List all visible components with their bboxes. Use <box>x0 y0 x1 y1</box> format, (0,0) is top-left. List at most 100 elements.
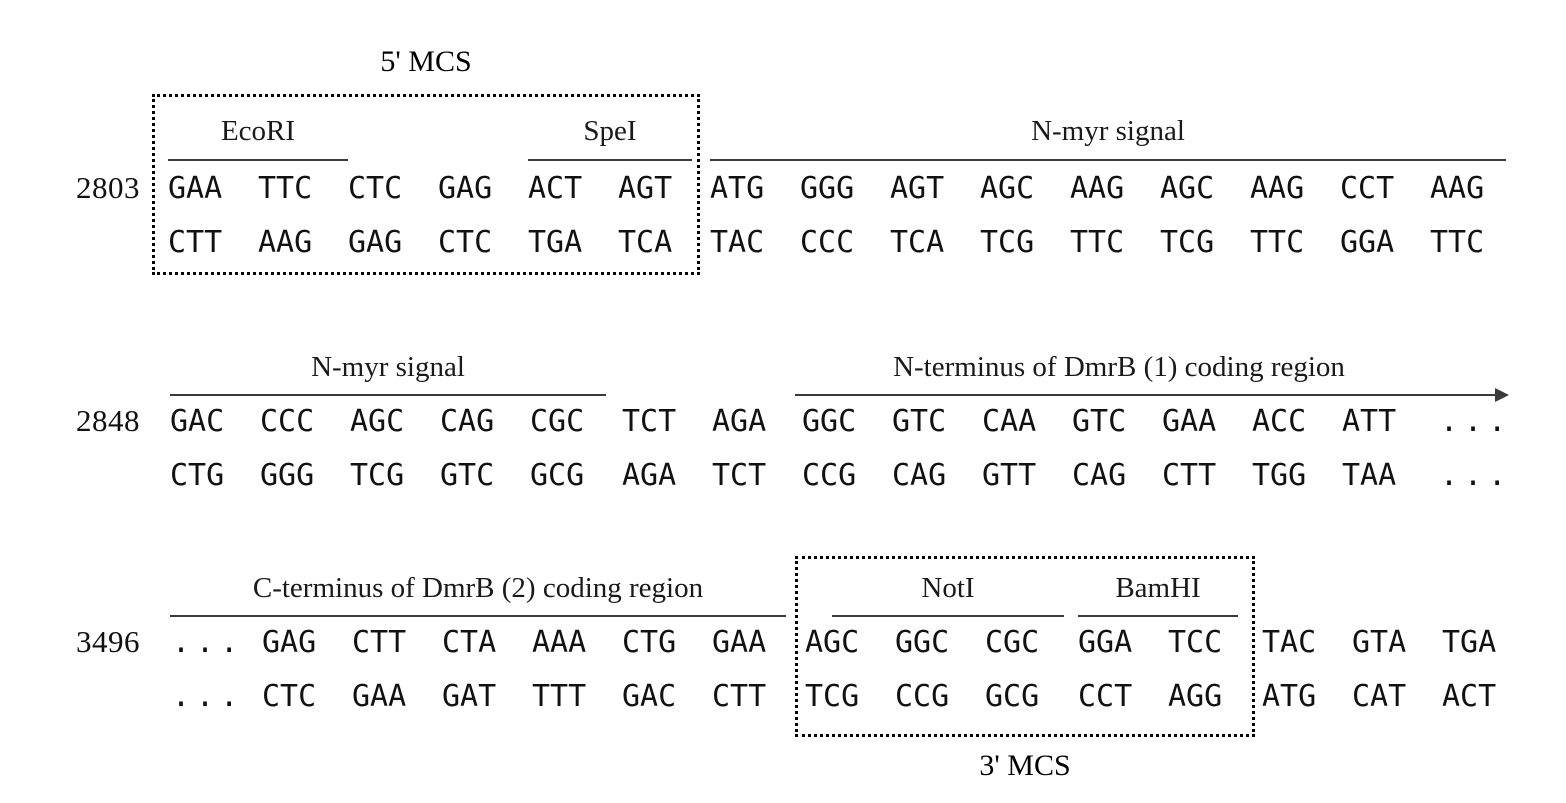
codon: CTC <box>438 225 493 260</box>
codon: TCG <box>980 225 1035 260</box>
codon: TAA <box>1342 458 1397 493</box>
codon: ACT <box>1442 679 1497 714</box>
codon: GGA <box>1078 625 1133 660</box>
codon: GAG <box>262 625 317 660</box>
codon: TCG <box>1160 225 1215 260</box>
codon-ellipsis: ... <box>172 625 245 660</box>
codon: TAC <box>710 225 765 260</box>
codon: GTC <box>440 458 495 493</box>
feature-label-bamhi: BamHI <box>1115 572 1201 604</box>
feature-rule-spei <box>528 159 692 161</box>
codon: CGC <box>530 404 585 439</box>
codon: CTG <box>170 458 225 493</box>
codon: CTT <box>712 679 767 714</box>
feature-label-n-myr-signal-1: N-myr signal <box>1031 115 1185 147</box>
codon: AGG <box>1168 679 1223 714</box>
codon: CCC <box>260 404 315 439</box>
codon: GAC <box>170 404 225 439</box>
codon: AGC <box>805 625 860 660</box>
codon: TCC <box>1168 625 1223 660</box>
codon: CCC <box>800 225 855 260</box>
codon: TCT <box>712 458 767 493</box>
position-label-2803: 2803 <box>76 170 140 205</box>
position-label-2848: 2848 <box>76 403 140 438</box>
codon: TTC <box>1250 225 1305 260</box>
five-prime-mcs-caption: 5' MCS <box>380 45 472 78</box>
codon: AAG <box>258 225 313 260</box>
codon: TTC <box>258 171 313 206</box>
position-label-3496: 3496 <box>76 624 140 659</box>
codon: ACT <box>528 171 583 206</box>
codon: TAC <box>1262 625 1317 660</box>
codon: GGA <box>1340 225 1395 260</box>
codon: AAA <box>532 625 587 660</box>
codon: CTT <box>352 625 407 660</box>
feature-rule-ecori <box>168 159 348 161</box>
codon: CTC <box>262 679 317 714</box>
codon: AGT <box>890 171 945 206</box>
codon: GGG <box>800 171 855 206</box>
codon: AGC <box>1160 171 1215 206</box>
codon-ellipsis: ... <box>1440 458 1513 493</box>
codon: GTA <box>1352 625 1407 660</box>
codon: GGC <box>802 404 857 439</box>
codon: ATG <box>1262 679 1317 714</box>
codon: CAG <box>1072 458 1127 493</box>
codon: AAG <box>1070 171 1125 206</box>
feature-label-spei: SpeI <box>583 115 637 147</box>
codon: CAT <box>1352 679 1407 714</box>
codon: TTC <box>1070 225 1125 260</box>
codon-ellipsis: ... <box>1440 404 1513 439</box>
codon: TGG <box>1252 458 1307 493</box>
codon: GAA <box>712 625 767 660</box>
codon: TCT <box>622 404 677 439</box>
codon: AAG <box>1430 171 1485 206</box>
feature-rule-dmrb-n-terminus <box>795 394 1495 396</box>
feature-label-dmrb-c-terminus: C-terminus of DmrB (2) coding region <box>252 572 704 604</box>
codon: CAG <box>892 458 947 493</box>
codon: GCG <box>985 679 1040 714</box>
codon: GAC <box>622 679 677 714</box>
three-prime-mcs-caption: 3' MCS <box>979 749 1071 782</box>
codon: CTT <box>168 225 223 260</box>
feature-label-n-myr-signal-2: N-myr signal <box>311 351 465 383</box>
codon: CGC <box>985 625 1040 660</box>
codon: ATT <box>1342 404 1397 439</box>
codon: GAA <box>352 679 407 714</box>
codon: CCG <box>802 458 857 493</box>
codon: CTA <box>442 625 497 660</box>
codon: AGC <box>980 171 1035 206</box>
sequence-map-figure: 5' MCS 3' MCS 2803 EcoRI SpeI N-myr sign… <box>0 0 1566 803</box>
codon: TTT <box>532 679 587 714</box>
codon: CAG <box>440 404 495 439</box>
codon: GAG <box>348 225 403 260</box>
feature-rule-n-myr-signal-1 <box>710 159 1506 161</box>
codon: ATG <box>710 171 765 206</box>
codon: AGT <box>618 171 673 206</box>
codon: CAA <box>982 404 1037 439</box>
codon: GGC <box>895 625 950 660</box>
codon: CCT <box>1078 679 1133 714</box>
codon: GGG <box>260 458 315 493</box>
codon: AGA <box>622 458 677 493</box>
feature-rule-bamhi <box>1078 615 1238 617</box>
codon: CTG <box>622 625 677 660</box>
feature-label-noti: NotI <box>921 572 975 604</box>
codon: AAG <box>1250 171 1305 206</box>
codon: TGA <box>1442 625 1497 660</box>
codon: CTC <box>348 171 403 206</box>
codon: CCG <box>895 679 950 714</box>
codon: ACC <box>1252 404 1307 439</box>
codon: GCG <box>530 458 585 493</box>
codon: GAG <box>438 171 493 206</box>
feature-rule-noti <box>832 615 1064 617</box>
dmrb-direction-arrow-icon <box>1495 388 1509 402</box>
feature-label-dmrb-n-terminus: N-terminus of DmrB (1) coding region <box>893 351 1345 383</box>
codon: TTC <box>1430 225 1485 260</box>
feature-label-ecori: EcoRI <box>220 115 296 147</box>
codon: CTT <box>1162 458 1217 493</box>
codon: TGA <box>528 225 583 260</box>
codon: GAA <box>168 171 223 206</box>
codon: CCT <box>1340 171 1395 206</box>
codon: GTC <box>892 404 947 439</box>
